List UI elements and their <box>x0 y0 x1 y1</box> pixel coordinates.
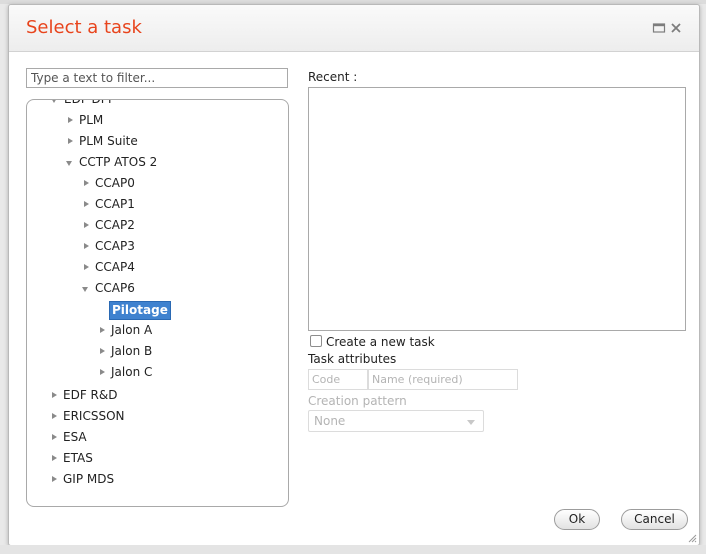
creation-pattern-value: None <box>314 414 346 428</box>
collapsed-arrow-icon[interactable] <box>97 341 109 362</box>
collapsed-arrow-icon[interactable] <box>65 110 77 131</box>
tree-node-cctp-atos-2[interactable]: CCTP ATOS 2 <box>65 152 159 173</box>
tree-node-label: ETAS <box>63 451 93 465</box>
tree-node-ccap6[interactable]: CCAP6 <box>81 278 137 299</box>
tree-node-jalon-b[interactable]: Jalon B <box>97 341 154 362</box>
collapsed-arrow-icon[interactable] <box>81 236 93 257</box>
tree-node-pilotage[interactable]: Pilotage <box>97 299 171 320</box>
task-attributes-label: Task attributes <box>308 352 397 366</box>
tree-node-label: Jalon B <box>111 344 153 358</box>
tree-node-label: CCAP2 <box>95 218 135 232</box>
dialog-title: Select a task <box>26 17 142 38</box>
name-input[interactable] <box>368 369 518 390</box>
collapsed-arrow-icon[interactable] <box>97 320 109 341</box>
tree-node-label: Jalon A <box>111 323 153 337</box>
tree-node-label: CCAP3 <box>95 239 135 253</box>
collapsed-arrow-icon[interactable] <box>49 448 61 469</box>
tree-node-etas[interactable]: ETAS <box>49 448 95 469</box>
tree-node-ccap4[interactable]: CCAP4 <box>81 257 137 278</box>
collapsed-arrow-icon[interactable] <box>81 194 93 215</box>
tree-node-label: CCAP4 <box>95 260 135 274</box>
code-input[interactable] <box>308 369 368 390</box>
tree-node-label: CCAP6 <box>95 281 135 295</box>
collapsed-arrow-icon[interactable] <box>81 173 93 194</box>
creation-pattern-select[interactable]: None <box>308 410 484 432</box>
background-strip <box>0 545 706 554</box>
expanded-arrow-icon[interactable] <box>81 278 93 299</box>
select-task-dialog: Select a task EDF DPI PLM PLM Suite CCTP… <box>8 4 700 546</box>
tree-node-label: CCAP0 <box>95 176 135 190</box>
chevron-down-icon <box>467 420 475 425</box>
resize-grip-icon[interactable] <box>687 533 697 543</box>
dialog-titlebar[interactable]: Select a task <box>9 5 699 52</box>
tree-node-jalon-c[interactable]: Jalon C <box>97 362 154 383</box>
tree-node-label: PLM Suite <box>79 134 138 148</box>
maximize-icon[interactable] <box>652 21 666 35</box>
tree-node-ericsson[interactable]: ERICSSON <box>49 406 127 427</box>
cancel-button[interactable]: Cancel <box>621 509 688 530</box>
tree-node-plm-suite[interactable]: PLM Suite <box>65 131 140 152</box>
tree-node-gip-mds[interactable]: GIP MDS <box>49 469 116 490</box>
tree-node-esa[interactable]: ESA <box>49 427 89 448</box>
recent-label: Recent : <box>308 70 358 84</box>
create-new-task-label: Create a new task <box>326 335 435 349</box>
collapsed-arrow-icon[interactable] <box>49 469 61 490</box>
tree-node-edf-dpi[interactable]: EDF DPI <box>50 99 114 110</box>
collapsed-arrow-icon[interactable] <box>49 427 61 448</box>
task-tree[interactable]: EDF DPI PLM PLM Suite CCTP ATOS 2 CCAP0 … <box>26 99 289 507</box>
tree-node-label: CCAP1 <box>95 197 135 211</box>
tree-node-label: EDF DPI <box>64 99 112 106</box>
tree-node-edf-rd[interactable]: EDF R&D <box>49 385 119 406</box>
tree-node-label: Pilotage <box>109 301 171 320</box>
tree-node-ccap1[interactable]: CCAP1 <box>81 194 137 215</box>
tree-node-ccap0[interactable]: CCAP0 <box>81 173 137 194</box>
recent-list[interactable] <box>308 87 686 331</box>
collapsed-arrow-icon[interactable] <box>81 215 93 236</box>
create-new-task-option[interactable]: Create a new task <box>310 334 435 350</box>
expanded-arrow-icon[interactable] <box>65 152 77 173</box>
tree-node-label: ESA <box>63 430 87 444</box>
collapsed-arrow-icon[interactable] <box>49 406 61 427</box>
tree-node-label: GIP MDS <box>63 472 115 486</box>
collapsed-arrow-icon[interactable] <box>81 257 93 278</box>
tree-node-label: PLM <box>79 113 104 127</box>
tree-node-label: CCTP ATOS 2 <box>79 155 158 169</box>
close-icon[interactable] <box>669 21 683 35</box>
tree-node-ccap2[interactable]: CCAP2 <box>81 215 137 236</box>
tree-node-label: EDF R&D <box>63 388 118 402</box>
collapsed-arrow-icon[interactable] <box>49 385 61 406</box>
expanded-arrow-icon[interactable] <box>50 100 62 110</box>
tree-node-label: ERICSSON <box>63 409 125 423</box>
collapsed-arrow-icon[interactable] <box>97 362 109 383</box>
creation-pattern-label: Creation pattern <box>308 394 407 408</box>
tree-node-plm[interactable]: PLM <box>65 110 105 131</box>
filter-input[interactable] <box>26 68 288 88</box>
tree-node-label: Jalon C <box>111 365 153 379</box>
collapsed-arrow-icon[interactable] <box>65 131 77 152</box>
ok-button[interactable]: Ok <box>554 509 600 530</box>
create-new-task-checkbox[interactable] <box>310 335 322 347</box>
tree-node-jalon-a[interactable]: Jalon A <box>97 320 154 341</box>
tree-node-ccap3[interactable]: CCAP3 <box>81 236 137 257</box>
